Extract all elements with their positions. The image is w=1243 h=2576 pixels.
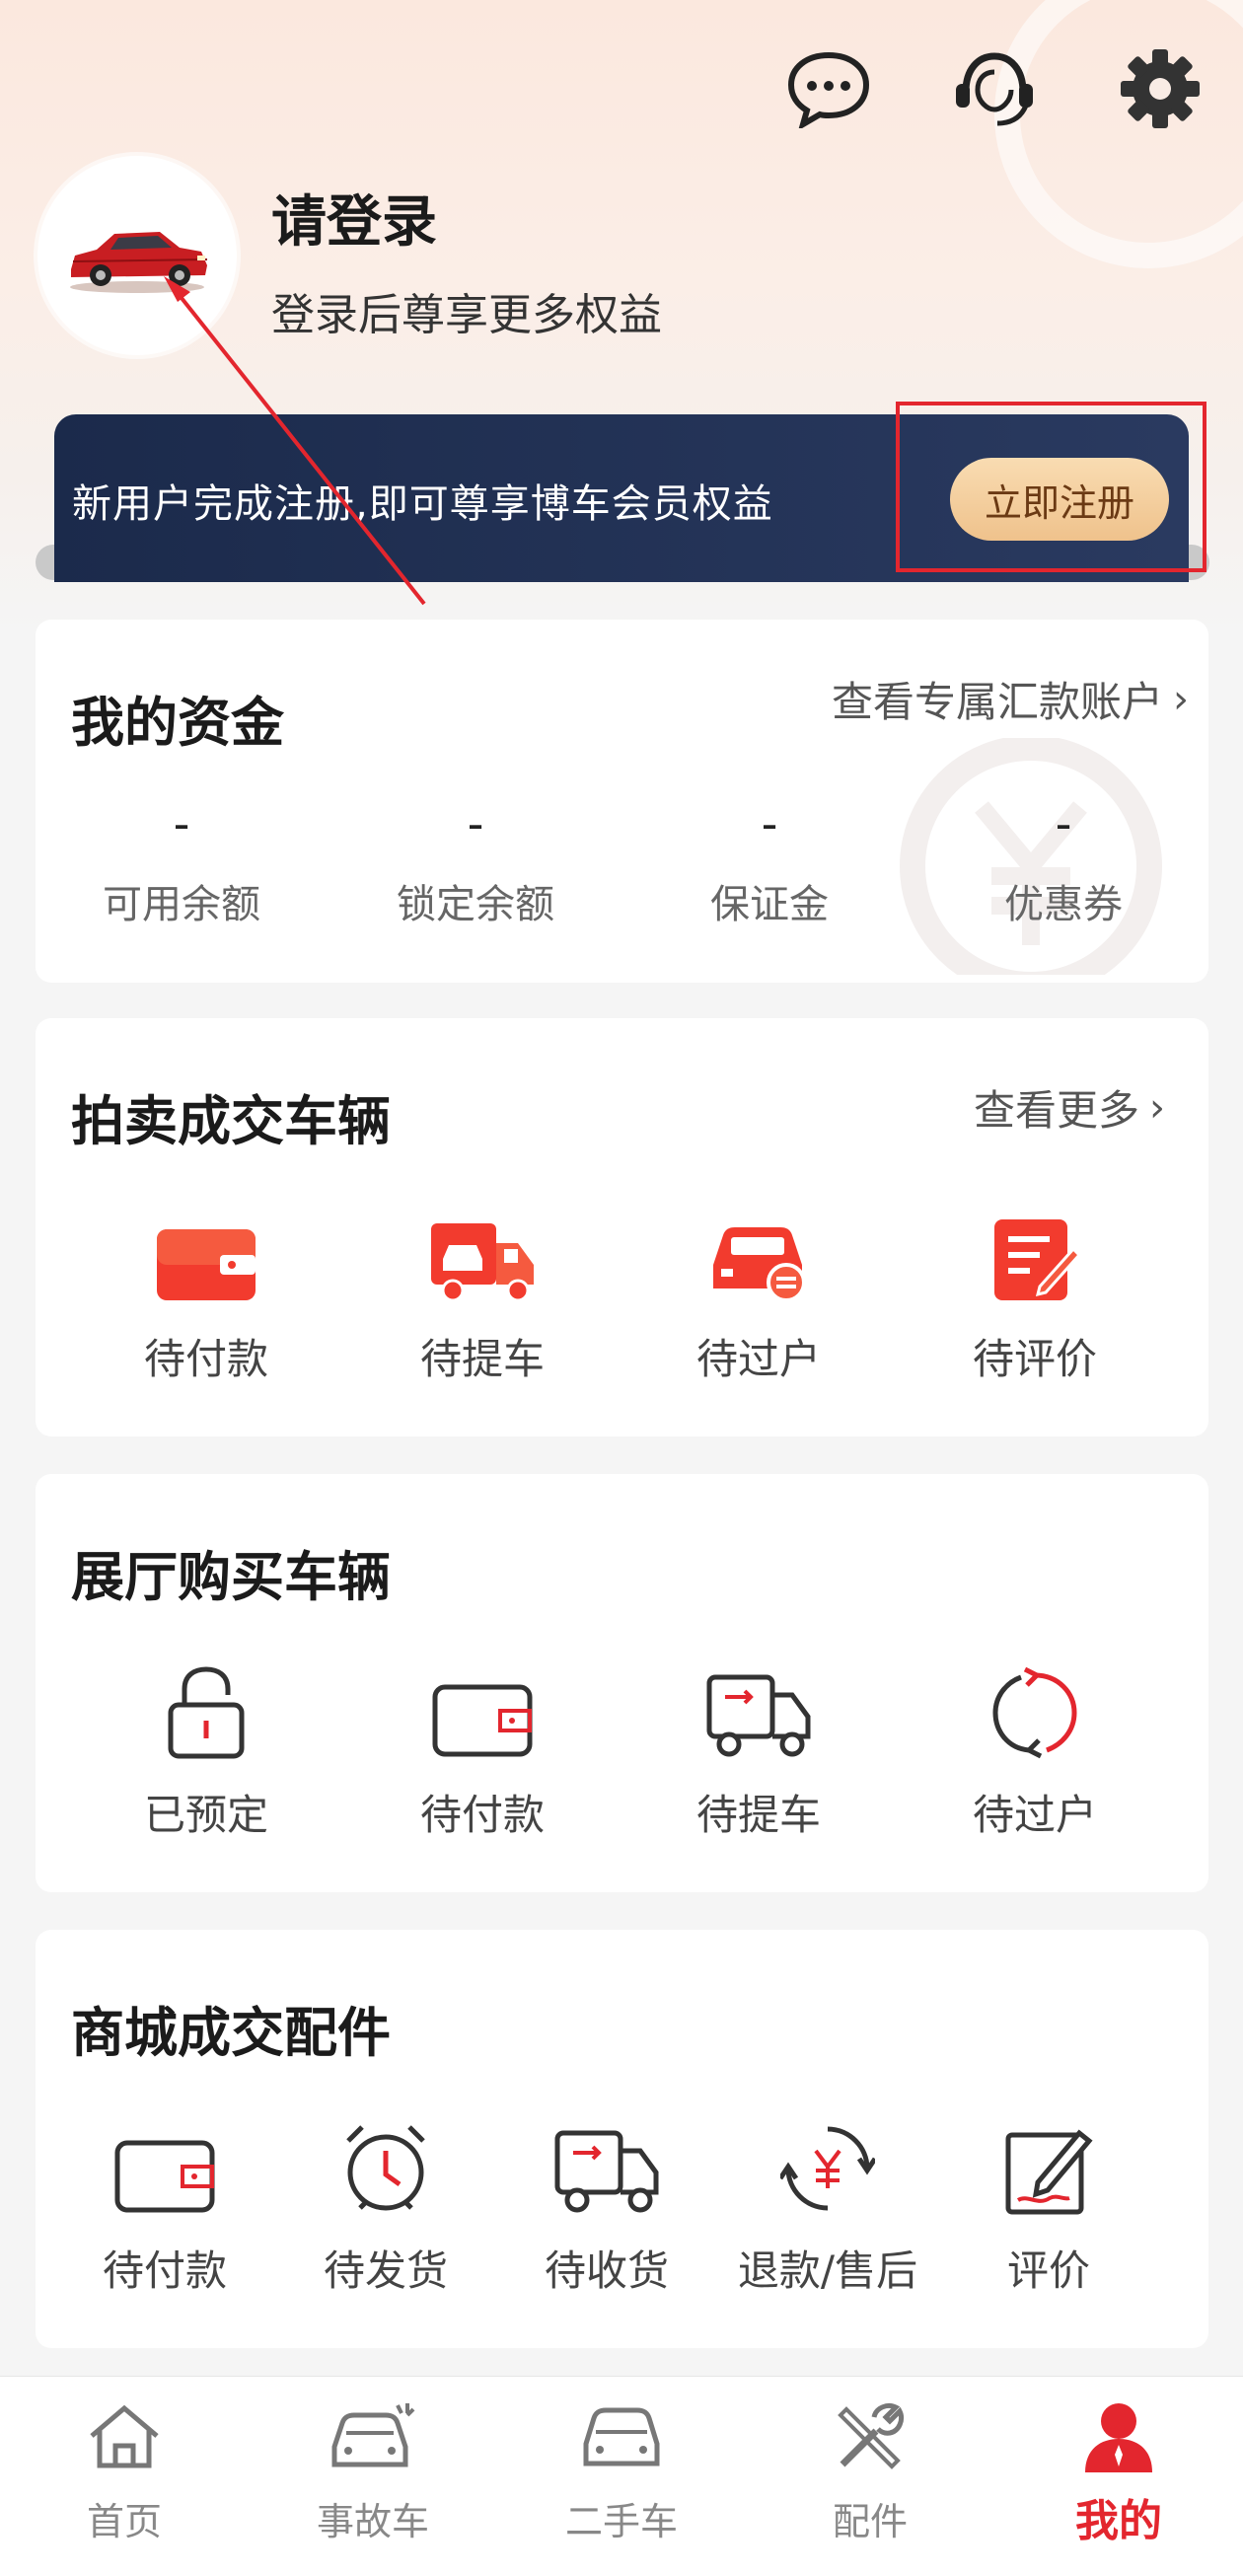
mall-card: 商城成交配件 待付款 待发货 待收货 退款/售后 评价 [36, 1930, 1208, 2348]
auction-pending-payment[interactable]: 待付款 [93, 1196, 320, 1386]
refresh-icon [921, 1652, 1148, 1760]
annotation-highlight-box [896, 402, 1206, 572]
tab-label: 事故车 [316, 2500, 429, 2543]
fund-value: - [173, 797, 190, 850]
lock-icon [93, 1652, 320, 1760]
mall-refund[interactable]: 退款/售后 [729, 2107, 926, 2298]
tab-parts[interactable]: 配件 [771, 2394, 969, 2545]
fund-label: 优惠券 [1004, 882, 1123, 927]
alarm-clock-icon [287, 2107, 484, 2216]
edit-icon [950, 2107, 1147, 2216]
showroom-title: 展厅购买车辆 [71, 1546, 391, 1608]
view-account-label: 查看专属汇款账户 [831, 678, 1163, 726]
chevron-right-icon: › [1173, 676, 1189, 722]
tools-icon [771, 2394, 969, 2479]
settings-icon[interactable] [1111, 39, 1209, 138]
accident-car-icon [274, 2394, 472, 2479]
item-label: 待过户 [972, 1791, 1097, 1839]
mall-review[interactable]: 评价 [950, 2107, 1147, 2298]
item-label: 已预定 [143, 1791, 268, 1839]
fund-label: 保证金 [710, 882, 829, 927]
item-label: 评价 [1006, 2246, 1090, 2295]
item-label: 待收货 [544, 2246, 669, 2295]
fund-deposit[interactable]: - 保证金 [661, 797, 878, 929]
fund-available[interactable]: - 可用余额 [73, 797, 290, 929]
car-avatar-icon [70, 232, 208, 293]
item-label: 待评价 [972, 1335, 1097, 1383]
bottom-tab-bar: 首页 事故车 二手车 配件 我的 [0, 2376, 1243, 2576]
wallet-icon [369, 1652, 596, 1760]
tab-mine[interactable]: 我的 [1020, 2394, 1217, 2548]
item-label: 待付款 [102, 2246, 227, 2295]
item-label: 待发货 [323, 2246, 448, 2295]
mall-pending-payment[interactable]: 待付款 [66, 2107, 263, 2298]
avatar[interactable] [37, 156, 237, 355]
fund-value: - [761, 797, 778, 850]
banner-text: 新用户完成注册,即可尊享博车会员权益 [72, 481, 773, 527]
tab-label: 我的 [1075, 2496, 1162, 2546]
auction-pending-transfer[interactable]: 待过户 [645, 1196, 872, 1386]
tab-label: 首页 [86, 2500, 162, 2543]
fund-value: - [1055, 797, 1072, 850]
showroom-pending-payment[interactable]: 待付款 [369, 1652, 596, 1842]
mall-pending-receipt[interactable]: 待收货 [508, 2107, 705, 2298]
wallet-icon [66, 2107, 263, 2216]
fund-coupons[interactable]: - 优惠券 [955, 797, 1172, 929]
tab-accident-car[interactable]: 事故车 [274, 2394, 472, 2545]
auction-pending-review[interactable]: 待评价 [921, 1196, 1148, 1386]
login-subtitle: 登录后尊享更多权益 [271, 290, 662, 340]
profile-icon [1020, 2394, 1217, 2479]
showroom-card: 展厅购买车辆 已预定 待付款 待提车 待过户 [36, 1474, 1208, 1892]
auction-title: 拍卖成交车辆 [71, 1090, 391, 1152]
view-more-label: 查看更多 [973, 1086, 1139, 1135]
chevron-right-icon: › [1149, 1084, 1165, 1131]
truck-icon [369, 1196, 596, 1304]
fund-label: 锁定余额 [397, 882, 554, 927]
used-car-icon [523, 2394, 720, 2479]
truck-icon [645, 1652, 872, 1760]
view-account-link[interactable]: 查看专属汇款账户 › [832, 669, 1189, 729]
home-icon [26, 2394, 223, 2479]
fund-value: - [467, 797, 484, 850]
tab-home[interactable]: 首页 [26, 2394, 223, 2545]
fund-locked[interactable]: - 锁定余额 [367, 797, 584, 929]
mall-title: 商城成交配件 [71, 2002, 391, 2064]
tab-used-car[interactable]: 二手车 [523, 2394, 720, 2545]
tab-label: 配件 [832, 2500, 908, 2543]
mall-pending-shipment[interactable]: 待发货 [287, 2107, 484, 2298]
view-more-link[interactable]: 查看更多 › [974, 1077, 1165, 1138]
showroom-reserved[interactable]: 已预定 [93, 1652, 320, 1842]
refund-icon [729, 2107, 926, 2216]
item-label: 待付款 [143, 1335, 268, 1383]
item-label: 待过户 [695, 1335, 821, 1383]
funds-card: 我的资金 查看专属汇款账户 › - 可用余额 - 锁定余额 - 保证金 - 优惠… [36, 620, 1208, 983]
fund-label: 可用余额 [103, 882, 260, 927]
tab-label: 二手车 [564, 2500, 678, 2543]
wallet-icon [93, 1196, 320, 1304]
auction-card: 拍卖成交车辆 查看更多 › 待付款 待提车 待过户 待评价 [36, 1018, 1208, 1436]
car-transfer-icon [645, 1196, 872, 1304]
funds-title: 我的资金 [71, 692, 284, 754]
item-label: 待提车 [419, 1335, 545, 1383]
customer-service-icon[interactable] [945, 39, 1044, 138]
item-label: 退款/售后 [737, 2246, 918, 2295]
item-label: 待付款 [419, 1791, 545, 1839]
auction-pending-pickup[interactable]: 待提车 [369, 1196, 596, 1386]
review-icon [921, 1196, 1148, 1304]
message-icon[interactable] [779, 39, 878, 138]
item-label: 待提车 [695, 1791, 821, 1839]
login-title[interactable]: 请登录 [271, 178, 437, 258]
showroom-pending-transfer[interactable]: 待过户 [921, 1652, 1148, 1842]
showroom-pending-pickup[interactable]: 待提车 [645, 1652, 872, 1842]
delivery-truck-icon [508, 2107, 705, 2216]
